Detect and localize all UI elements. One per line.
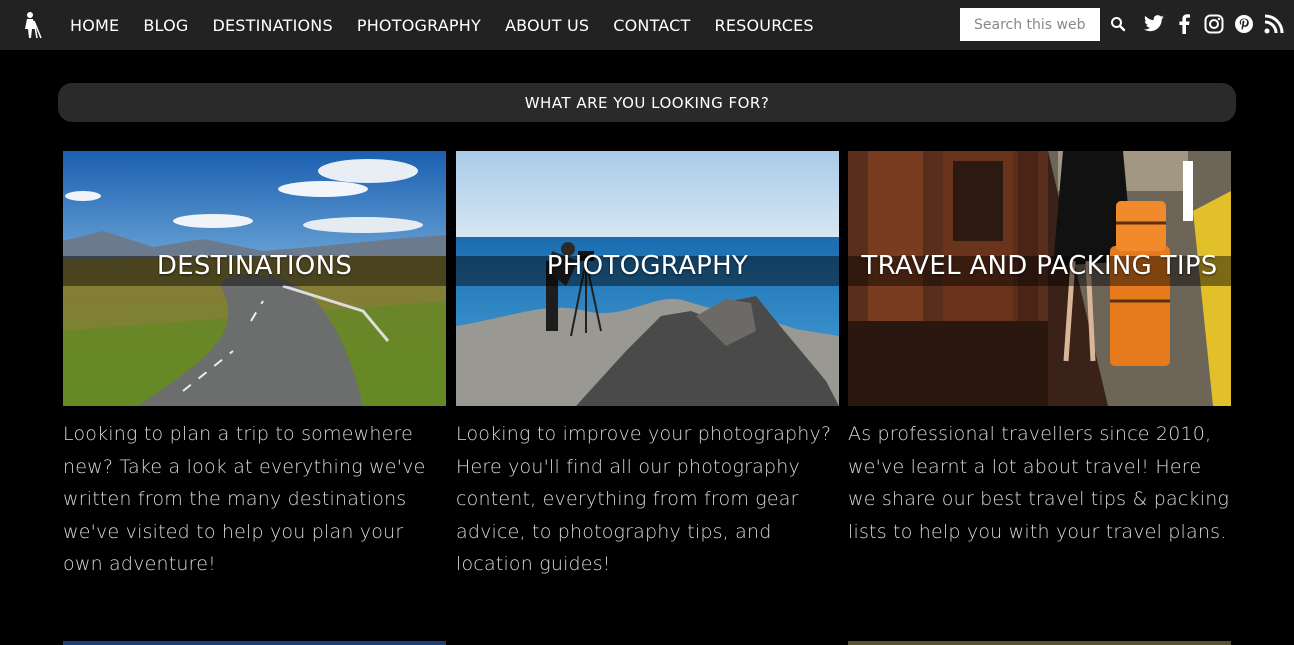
nav-contact-link[interactable]: CONTACT [613,16,690,35]
card-description: Looking to improve your photography? Her… [456,423,832,576]
category-card-destinations[interactable]: DESTINATIONS Looking to plan a trip to s… [63,151,446,581]
card-title[interactable]: PHOTOGRAPHY [456,251,839,281]
next-row-image-edge [848,641,1231,645]
facebook-icon[interactable] [1172,12,1196,36]
instagram-icon[interactable] [1202,12,1226,36]
nav-blog-link[interactable]: BLOG [143,16,188,35]
nav-home-link[interactable]: HOME [70,16,119,35]
card-title[interactable]: TRAVEL AND PACKING TIPS [848,251,1231,281]
search-icon[interactable] [1106,12,1130,36]
nav-destinations-link[interactable]: DESTINATIONS [212,16,332,35]
photography-image[interactable]: PHOTOGRAPHY [456,151,839,406]
site-logo-icon[interactable] [19,11,43,39]
card-title[interactable]: DESTINATIONS [63,251,446,281]
rss-icon[interactable] [1262,12,1286,36]
top-navigation-bar: HOME BLOG DESTINATIONS PHOTOGRAPHY ABOUT… [0,0,1294,50]
what-are-you-looking-for-banner: WHAT ARE YOU LOOKING FOR? [58,83,1236,122]
card-description: Looking to plan a trip to somewhere new?… [63,423,426,576]
category-card-travel-and-packing-tips[interactable]: TRAVEL AND PACKING TIPS As professional … [848,151,1231,548]
nav-photography-link[interactable]: PHOTOGRAPHY [357,16,481,35]
banner-label: WHAT ARE YOU LOOKING FOR? [524,93,770,112]
travel-tips-image[interactable]: TRAVEL AND PACKING TIPS [848,151,1231,406]
destinations-image[interactable]: DESTINATIONS [63,151,446,406]
category-card-photography[interactable]: PHOTOGRAPHY Looking to improve your phot… [456,151,839,581]
card-description: As professional travellers since 2010, w… [848,423,1230,543]
main-menu: HOME BLOG DESTINATIONS PHOTOGRAPHY ABOUT… [70,0,838,50]
nav-resources-link[interactable]: RESOURCES [715,16,814,35]
search-input[interactable] [960,8,1100,41]
pinterest-icon[interactable] [1232,12,1256,36]
twitter-icon[interactable] [1142,12,1166,36]
nav-about-us-link[interactable]: ABOUT US [505,16,589,35]
next-row-image-edge [63,641,446,645]
